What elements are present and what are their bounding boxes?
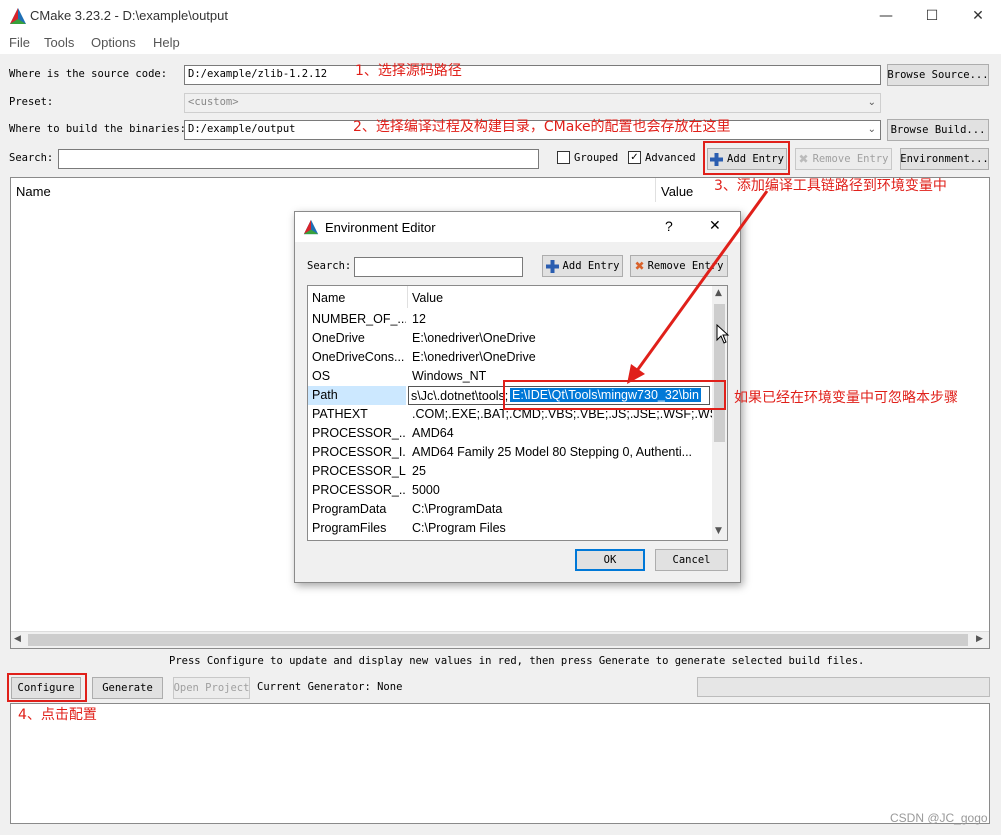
watermark: CSDN @JC_gogo xyxy=(890,811,988,825)
annotation-arrow xyxy=(627,190,769,384)
mouse-cursor-icon xyxy=(716,324,730,344)
